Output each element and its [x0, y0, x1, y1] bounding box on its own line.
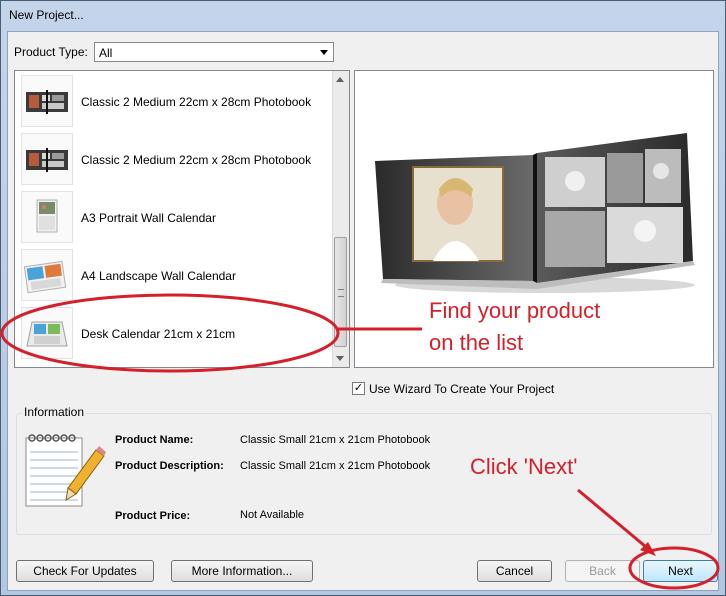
- wall-calendar-portrait-thumbnail: [21, 191, 73, 243]
- product-list[interactable]: Classic 2 Medium 22cm x 28cm Photobook C…: [14, 70, 350, 368]
- product-name: Classic 2 Medium 22cm x 28cm Photobook: [81, 95, 312, 109]
- use-wizard-label: Use Wizard To Create Your Project: [369, 382, 555, 396]
- title-bar[interactable]: New Project...: [1, 1, 725, 31]
- window-title: New Project...: [9, 8, 84, 22]
- chevron-down-icon[interactable]: [320, 50, 328, 55]
- notepad-pencil-icon: [20, 432, 110, 510]
- product-price-value: Not Available: [240, 509, 305, 521]
- list-item[interactable]: Classic 2 Medium 22cm x 28cm Photobook: [15, 131, 333, 189]
- list-item[interactable]: A3 Portrait Wall Calendar: [15, 189, 333, 247]
- list-item[interactable]: A4 Landscape Wall Calendar: [15, 247, 333, 305]
- product-name: Classic 2 Medium 22cm x 28cm Photobook: [81, 153, 312, 167]
- annotation-find-product-line1: Find your product: [429, 298, 601, 323]
- grip-icon: [338, 289, 344, 297]
- cancel-button[interactable]: Cancel: [477, 560, 552, 582]
- dialog-client-area: Product Type: All Classic 2 Medium 22cm …: [7, 31, 719, 591]
- photobook-thumbnail: [21, 133, 73, 185]
- photobook-thumbnail: [21, 75, 73, 127]
- product-type-label: Product Type:: [14, 45, 88, 59]
- product-description-label: Product Description:: [115, 460, 224, 472]
- more-information-button[interactable]: More Information...: [171, 560, 313, 582]
- check-for-updates-button[interactable]: Check For Updates: [16, 560, 154, 582]
- product-name-value: Classic Small 21cm x 21cm Photobook: [240, 434, 431, 446]
- scrollbar-thumb[interactable]: [334, 237, 347, 347]
- next-button[interactable]: Next: [643, 560, 718, 582]
- information-title: Information: [22, 405, 87, 419]
- scroll-down-icon[interactable]: [336, 356, 344, 361]
- list-scrollbar[interactable]: [332, 71, 349, 367]
- product-name: Desk Calendar 21cm x 21cm: [81, 327, 236, 341]
- product-name-label: Product Name:: [115, 434, 194, 446]
- annotation-click-next: Click 'Next': [470, 454, 578, 479]
- annotation-find-product-line2: on the list: [429, 330, 524, 355]
- product-type-value: All: [99, 46, 113, 60]
- product-name: A3 Portrait Wall Calendar: [81, 211, 216, 225]
- list-item[interactable]: Classic 2 Medium 22cm x 28cm Photobook: [15, 73, 333, 131]
- desk-calendar-thumbnail: [21, 307, 73, 359]
- scroll-up-icon[interactable]: [336, 77, 344, 82]
- wall-calendar-landscape-thumbnail: [21, 249, 73, 301]
- product-description-value: Classic Small 21cm x 21cm Photobook: [240, 460, 431, 472]
- product-price-label: Product Price:: [115, 510, 191, 522]
- product-type-dropdown[interactable]: All: [94, 42, 334, 62]
- new-project-dialog: New Project... Product Type: All Classic…: [0, 0, 726, 596]
- product-name: A4 Landscape Wall Calendar: [81, 269, 236, 283]
- back-button[interactable]: Back: [565, 560, 640, 582]
- list-item[interactable]: Desk Calendar 21cm x 21cm: [15, 305, 333, 363]
- use-wizard-checkbox[interactable]: ✓: [352, 382, 365, 395]
